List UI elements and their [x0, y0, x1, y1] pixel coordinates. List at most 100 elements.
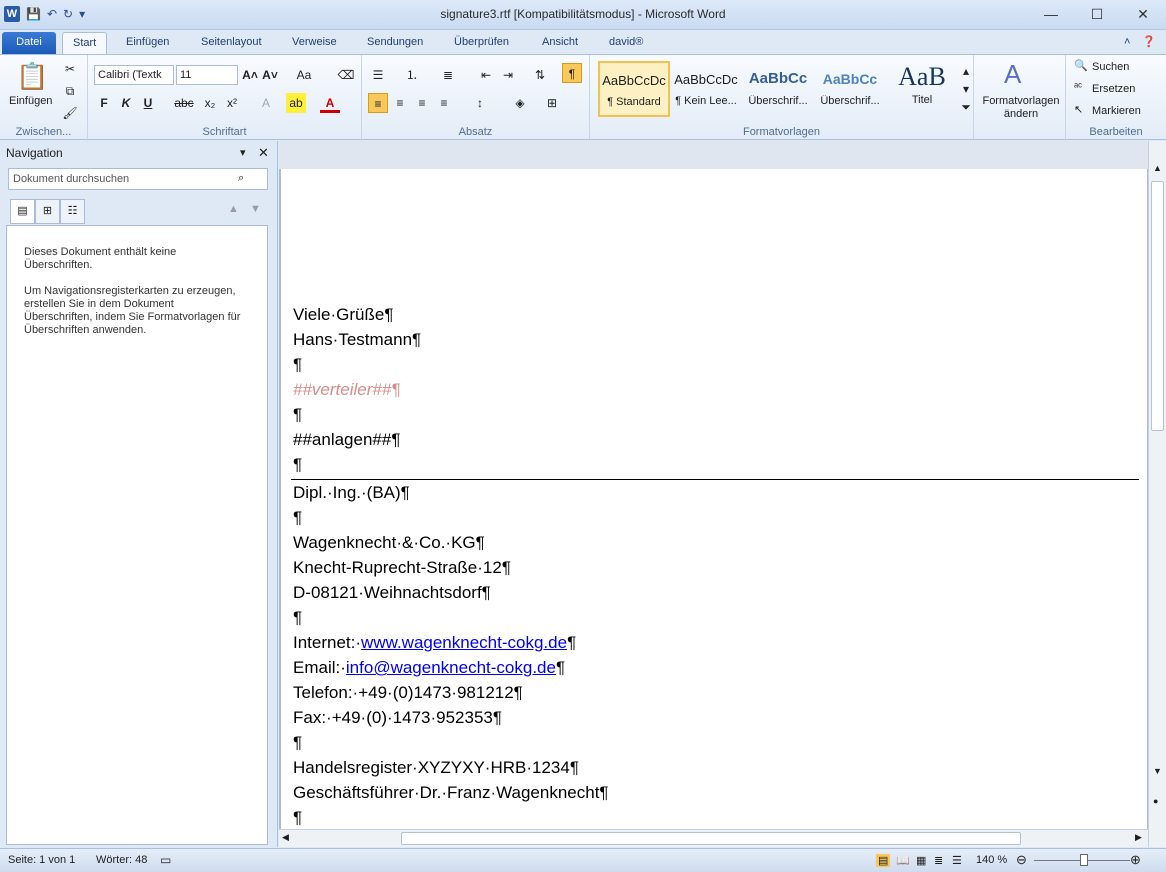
numbering-icon[interactable]: ⒈: [402, 65, 422, 85]
styles-more-icon[interactable]: ⏷: [960, 97, 972, 117]
full-screen-reading-icon[interactable]: 📖: [896, 854, 910, 867]
nav-up-icon[interactable]: ▲: [228, 203, 239, 215]
font-size-combo[interactable]: 11: [176, 65, 238, 85]
cut-icon[interactable]: ✂: [60, 59, 80, 79]
bold-icon[interactable]: F: [94, 93, 114, 113]
justify-icon[interactable]: ≡: [434, 93, 454, 113]
help-icon[interactable]: ❓: [1142, 32, 1156, 54]
multilevel-list-icon[interactable]: ≣: [438, 65, 458, 85]
doc-line-attachments: ##anlagen##¶: [293, 430, 401, 449]
subscript-icon[interactable]: x₂: [200, 93, 220, 113]
horizontal-scrollbar[interactable]: ◀ ▶: [279, 829, 1148, 847]
outline-icon[interactable]: ≣: [934, 854, 943, 867]
zoom-slider-thumb[interactable]: [1080, 854, 1088, 866]
nav-down-icon[interactable]: ▼: [250, 203, 261, 215]
tab-view[interactable]: Ansicht: [532, 32, 588, 54]
replace-icon[interactable]: ᵃᶜ: [1074, 81, 1082, 93]
highlight-icon[interactable]: ab: [286, 93, 306, 113]
change-styles-button[interactable]: Formatvorlagen: [978, 95, 1064, 107]
style-standard[interactable]: AaBbCcDc ¶ Standard: [598, 61, 670, 117]
font-color-icon[interactable]: A: [320, 93, 340, 113]
zoom-in-icon[interactable]: ⊕: [1130, 852, 1141, 868]
styles-scroll-up-icon[interactable]: ▴: [960, 61, 972, 81]
scroll-left-icon[interactable]: ◀: [282, 832, 289, 843]
scroll-down-icon[interactable]: ▼: [1153, 766, 1162, 776]
copy-icon[interactable]: ⧉: [60, 81, 80, 101]
text-effects-icon[interactable]: A: [256, 93, 276, 113]
nav-search-icon[interactable]: ⌕: [238, 172, 244, 185]
style-title[interactable]: AaB Titel: [886, 61, 958, 117]
nav-search-input[interactable]: Dokument durchsuchen: [8, 168, 268, 190]
underline-icon[interactable]: U: [138, 93, 158, 113]
replace-button[interactable]: Ersetzen: [1092, 83, 1135, 95]
strikethrough-icon[interactable]: abc: [174, 93, 194, 113]
close-button[interactable]: ✕: [1120, 0, 1166, 28]
doc-line-internet: Internet:·www.wagenknecht-cokg.de¶: [293, 633, 577, 652]
change-case-icon[interactable]: Aa: [294, 65, 314, 85]
styles-scroll-down-icon[interactable]: ▾: [960, 79, 972, 99]
minimize-button[interactable]: —: [1028, 0, 1074, 28]
style-no-spacing[interactable]: AaBbCcDc ¶ Kein Lee...: [670, 61, 742, 117]
nav-close-icon[interactable]: ✕: [258, 145, 269, 161]
increase-indent-icon[interactable]: ⇥: [498, 65, 518, 85]
change-styles-icon[interactable]: A: [1004, 59, 1021, 90]
find-button[interactable]: Suchen: [1092, 61, 1129, 73]
align-right-icon[interactable]: ≡: [412, 93, 432, 113]
shrink-font-icon[interactable]: A˅: [260, 65, 280, 85]
select-icon[interactable]: ↖: [1074, 103, 1083, 116]
bullets-icon[interactable]: ☰: [368, 65, 388, 85]
draft-icon[interactable]: ☰: [952, 854, 962, 867]
style-heading-2[interactable]: AaBbCc Überschrif...: [814, 61, 886, 117]
show-marks-icon[interactable]: ¶: [562, 63, 582, 83]
vertical-scroll-thumb[interactable]: [1151, 181, 1164, 431]
font-name-combo[interactable]: Calibri (Textk: [94, 65, 174, 85]
line-spacing-icon[interactable]: ↕: [470, 93, 490, 113]
tab-mailings[interactable]: Sendungen: [357, 32, 433, 54]
font-group: Calibri (Textk 11 A˄ A˅ Aa ⌫ F K U abc x…: [88, 55, 362, 141]
select-button[interactable]: Markieren: [1092, 105, 1141, 117]
web-layout-icon[interactable]: ▦: [916, 854, 926, 867]
find-icon[interactable]: 🔍: [1074, 59, 1088, 72]
nav-results-tab-icon[interactable]: ☷: [60, 199, 85, 224]
zoom-level[interactable]: 140 %: [976, 854, 1007, 866]
browse-object-icon[interactable]: ●: [1153, 796, 1158, 806]
proofing-icon[interactable]: ▭: [160, 853, 171, 867]
italic-icon[interactable]: K: [116, 93, 136, 113]
page-count[interactable]: Seite: 1 von 1: [8, 854, 75, 866]
tab-start[interactable]: Start: [62, 32, 108, 54]
align-center-icon[interactable]: ≡: [390, 93, 410, 113]
paste-button[interactable]: Einfügen: [9, 95, 52, 107]
internet-link[interactable]: www.wagenknecht-cokg.de: [361, 633, 567, 652]
align-left-icon[interactable]: ≡: [368, 93, 388, 113]
tab-file[interactable]: Datei: [2, 32, 56, 54]
tab-insert[interactable]: Einfügen: [116, 32, 179, 54]
zoom-out-icon[interactable]: ⊖: [1016, 852, 1027, 868]
email-link[interactable]: info@wagenknecht-cokg.de: [346, 658, 556, 677]
borders-icon[interactable]: ⊞: [542, 93, 562, 113]
nav-headings-tab-icon[interactable]: ▤: [10, 199, 35, 224]
paste-icon[interactable]: 📋: [16, 61, 48, 92]
ribbon-minimize-icon[interactable]: ˄: [1124, 32, 1130, 54]
scroll-right-icon[interactable]: ▶: [1135, 832, 1142, 843]
word-count[interactable]: Wörter: 48: [96, 854, 147, 866]
tab-review[interactable]: Überprüfen: [444, 32, 519, 54]
maximize-button[interactable]: ☐: [1074, 0, 1120, 28]
nav-options-icon[interactable]: ▾: [240, 146, 246, 159]
print-layout-icon[interactable]: ▤: [876, 854, 891, 867]
vertical-scrollbar[interactable]: ▲ ▼ ●: [1148, 141, 1166, 847]
tab-page-layout[interactable]: Seitenlayout: [191, 32, 272, 54]
scroll-up-icon[interactable]: ▲: [1153, 163, 1162, 173]
style-heading-1[interactable]: AaBbCc Überschrif...: [742, 61, 814, 117]
superscript-icon[interactable]: x²: [222, 93, 242, 113]
horizontal-scroll-thumb[interactable]: [401, 832, 1021, 845]
sort-icon[interactable]: ⇅: [530, 65, 550, 85]
decrease-indent-icon[interactable]: ⇤: [476, 65, 496, 85]
tab-references[interactable]: Verweise: [282, 32, 347, 54]
nav-pages-tab-icon[interactable]: ⊞: [35, 199, 60, 224]
tab-david[interactable]: david®: [599, 32, 653, 54]
grow-font-icon[interactable]: A˄: [240, 65, 260, 85]
format-painter-icon[interactable]: 🖌: [60, 103, 80, 123]
shading-icon[interactable]: ◈: [510, 93, 530, 113]
document-page[interactable]: Viele·Grüße¶ Hans·Testmann¶ ¶ ##verteile…: [281, 169, 1147, 829]
clear-format-icon[interactable]: ⌫: [336, 65, 356, 85]
